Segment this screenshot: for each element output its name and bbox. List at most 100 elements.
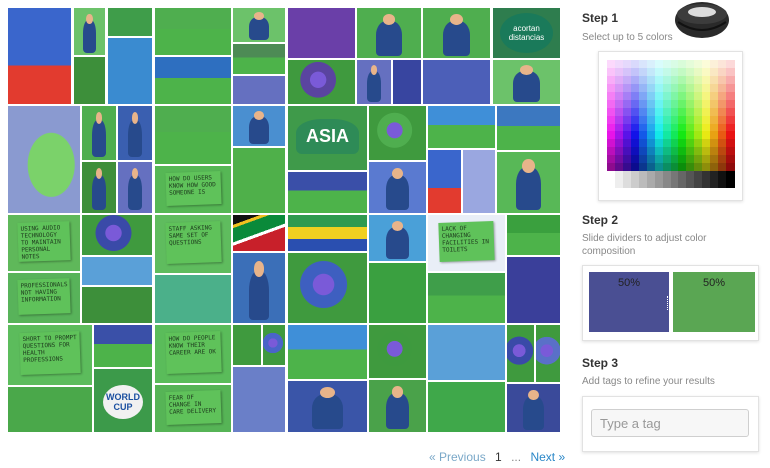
person-figure	[443, 20, 470, 56]
mosaic-image[interactable]	[369, 106, 426, 160]
mosaic-image[interactable]	[82, 257, 152, 285]
current-page: 1	[495, 450, 502, 464]
mosaic-image[interactable]: Fear of change in care delivery	[155, 385, 231, 432]
mosaic-image[interactable]	[155, 57, 231, 104]
mosaic-image[interactable]	[8, 8, 71, 104]
mosaic-image[interactable]	[288, 381, 367, 432]
mosaic-image[interactable]	[8, 106, 80, 213]
mosaic-image[interactable]: Lack of changing facilities in toilets	[428, 215, 505, 271]
mosaic-image[interactable]: ASIA	[288, 106, 367, 170]
mosaic-image[interactable]	[118, 162, 152, 213]
color-swatch-green[interactable]: 50%	[673, 272, 755, 332]
person-head	[449, 14, 464, 25]
person-head	[253, 110, 265, 120]
previous-link[interactable]: « Previous	[429, 450, 486, 464]
mosaic-image[interactable]	[507, 325, 534, 382]
mosaic-image[interactable]	[155, 275, 231, 323]
color-swatch-blue[interactable]: 50%	[589, 272, 669, 332]
world-cup-logo: WORLD CUP	[102, 384, 144, 420]
person-figure	[128, 119, 142, 158]
mosaic-image[interactable]	[233, 325, 261, 365]
mosaic-image[interactable]	[423, 8, 490, 58]
mosaic-image[interactable]	[233, 148, 285, 213]
mosaic-image[interactable]	[82, 215, 152, 255]
mosaic-image[interactable]	[369, 263, 426, 323]
mosaic-image[interactable]	[428, 325, 505, 380]
mosaic-image[interactable]	[463, 150, 495, 213]
mosaic-image[interactable]	[288, 8, 355, 58]
sticky-note-text: How do people know their career are OK	[164, 331, 222, 374]
mosaic-image[interactable]	[108, 8, 152, 36]
mosaic-image[interactable]	[8, 387, 92, 432]
mosaic-image[interactable]	[357, 60, 391, 104]
mosaic-image[interactable]	[118, 106, 152, 160]
mosaic-image[interactable]	[357, 8, 421, 58]
mosaic-image[interactable]	[288, 215, 367, 251]
mosaic-image[interactable]	[233, 76, 285, 104]
mosaic-image[interactable]: Short to prompt questions for health pro…	[8, 325, 92, 385]
mosaic-image[interactable]	[507, 384, 560, 432]
person-figure	[367, 71, 381, 102]
next-link[interactable]: Next »	[530, 450, 565, 464]
mosaic-image[interactable]	[288, 60, 355, 104]
mosaic-image[interactable]: acortan distancias	[493, 8, 560, 58]
mosaic-image[interactable]	[369, 380, 426, 432]
asia-text: ASIA	[295, 118, 360, 154]
mosaic-image[interactable]: WORLD CUP	[94, 369, 152, 432]
mosaic-image[interactable]	[155, 8, 231, 55]
mosaic-image[interactable]	[233, 8, 285, 42]
mosaic-image[interactable]	[423, 60, 490, 104]
mosaic-image[interactable]	[233, 215, 285, 251]
step-2-description: Slide dividers to adjust color compositi…	[582, 233, 707, 257]
mosaic-image[interactable]	[428, 273, 505, 323]
mosaic-image[interactable]	[74, 57, 105, 104]
mosaic-image[interactable]	[82, 162, 116, 213]
mosaic-image[interactable]	[74, 8, 105, 55]
mosaic-image[interactable]	[288, 325, 367, 379]
mosaic-image[interactable]: How do people know their career are OK	[155, 325, 231, 383]
mosaic-image[interactable]	[369, 162, 426, 213]
mosaic-image[interactable]	[233, 253, 285, 323]
mosaic-image[interactable]	[369, 215, 426, 261]
person-figure	[248, 16, 270, 41]
mosaic-image[interactable]: Professionals not having information	[8, 273, 80, 323]
mosaic-image[interactable]	[233, 367, 285, 432]
mosaic-image[interactable]	[507, 257, 560, 323]
person-figure	[386, 226, 409, 259]
mosaic-image[interactable]	[497, 152, 560, 213]
mosaic-image[interactable]	[536, 325, 560, 382]
badge-text: acortan distancias	[499, 13, 554, 53]
mosaic-image[interactable]	[428, 106, 495, 148]
mosaic-image[interactable]	[233, 106, 285, 146]
person-head	[253, 261, 265, 277]
palette-swatch[interactable]	[726, 179, 735, 188]
mosaic-image[interactable]	[108, 38, 152, 104]
mosaic-image[interactable]	[233, 44, 285, 74]
mosaic-image[interactable]	[493, 60, 560, 104]
mosaic-image[interactable]: Staff asking same set of questions	[155, 215, 231, 273]
mosaic-image[interactable]	[393, 60, 421, 104]
composition-divider-handle[interactable]	[667, 296, 671, 310]
mosaic-image[interactable]	[428, 150, 461, 213]
tag-panel	[582, 396, 759, 452]
mosaic-image[interactable]	[155, 106, 231, 164]
mosaic-image[interactable]: Using audio technology to maintain perso…	[8, 215, 80, 271]
pagination-ellipsis: ...	[511, 450, 522, 464]
tag-input[interactable]	[591, 409, 749, 437]
person-head	[519, 65, 534, 75]
color-palette[interactable]	[607, 60, 735, 188]
mosaic-image[interactable]	[82, 287, 152, 323]
mosaic-image[interactable]	[82, 106, 116, 160]
mosaic-image[interactable]	[288, 172, 367, 213]
mosaic-image[interactable]	[94, 325, 152, 367]
person-figure	[386, 174, 409, 211]
mosaic-image[interactable]	[507, 215, 560, 255]
mosaic-image[interactable]	[369, 325, 426, 378]
mosaic-image[interactable]	[497, 106, 560, 150]
mosaic-image[interactable]	[288, 253, 367, 323]
mosaic-image[interactable]	[428, 382, 505, 432]
person-figure	[515, 167, 542, 210]
step-2-title: Step 2	[582, 213, 619, 227]
mosaic-image[interactable]	[263, 325, 285, 365]
mosaic-image[interactable]: How do users know how good someone is	[155, 166, 231, 213]
